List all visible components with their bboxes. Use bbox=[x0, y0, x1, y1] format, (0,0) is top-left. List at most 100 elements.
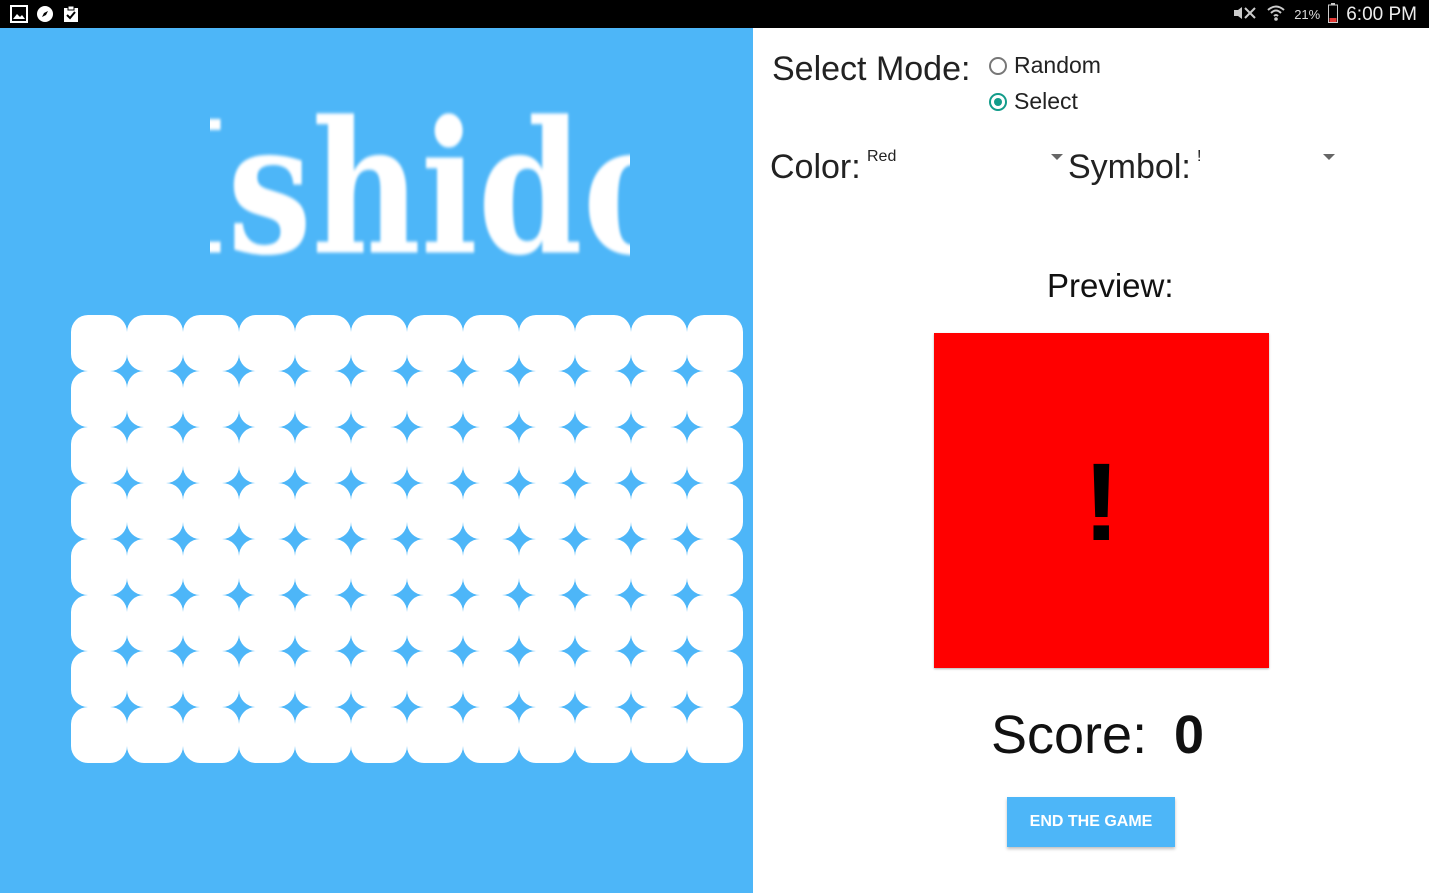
board-cell[interactable] bbox=[183, 539, 239, 595]
board-cell[interactable] bbox=[407, 707, 463, 763]
board-cell[interactable] bbox=[71, 483, 127, 539]
board-cell[interactable] bbox=[351, 595, 407, 651]
board-cell[interactable] bbox=[71, 595, 127, 651]
board-cell[interactable] bbox=[575, 539, 631, 595]
board-cell[interactable] bbox=[127, 483, 183, 539]
board-cell[interactable] bbox=[127, 315, 183, 371]
mode-option-random[interactable]: Random bbox=[989, 52, 1101, 79]
board-cell[interactable] bbox=[575, 707, 631, 763]
board-cell[interactable] bbox=[351, 539, 407, 595]
board-cell[interactable] bbox=[631, 595, 687, 651]
board-cell[interactable] bbox=[631, 315, 687, 371]
board-cell[interactable] bbox=[519, 427, 575, 483]
board-cell[interactable] bbox=[631, 539, 687, 595]
board-cell[interactable] bbox=[183, 483, 239, 539]
board-cell[interactable] bbox=[407, 315, 463, 371]
board-cell[interactable] bbox=[351, 371, 407, 427]
board-cell[interactable] bbox=[295, 371, 351, 427]
board-cell[interactable] bbox=[575, 595, 631, 651]
board-cell[interactable] bbox=[407, 427, 463, 483]
board-cell[interactable] bbox=[575, 651, 631, 707]
board-cell[interactable] bbox=[127, 651, 183, 707]
board-cell[interactable] bbox=[631, 483, 687, 539]
board-cell[interactable] bbox=[71, 371, 127, 427]
board-cell[interactable] bbox=[239, 539, 295, 595]
game-board[interactable] bbox=[71, 315, 743, 763]
board-cell[interactable] bbox=[71, 651, 127, 707]
board-cell[interactable] bbox=[575, 427, 631, 483]
board-cell[interactable] bbox=[463, 707, 519, 763]
board-cell[interactable] bbox=[631, 371, 687, 427]
board-cell[interactable] bbox=[687, 707, 743, 763]
board-cell[interactable] bbox=[687, 371, 743, 427]
board-cell[interactable] bbox=[183, 427, 239, 483]
board-cell[interactable] bbox=[71, 427, 127, 483]
board-cell[interactable] bbox=[127, 427, 183, 483]
board-cell[interactable] bbox=[519, 315, 575, 371]
board-cell[interactable] bbox=[631, 707, 687, 763]
board-cell[interactable] bbox=[687, 539, 743, 595]
board-cell[interactable] bbox=[575, 371, 631, 427]
board-cell[interactable] bbox=[351, 651, 407, 707]
color-dropdown[interactable]: Red bbox=[867, 148, 896, 166]
board-cell[interactable] bbox=[687, 315, 743, 371]
board-cell[interactable] bbox=[351, 483, 407, 539]
board-cell[interactable] bbox=[239, 315, 295, 371]
symbol-dropdown-arrow-icon[interactable] bbox=[1323, 154, 1335, 160]
board-cell[interactable] bbox=[463, 315, 519, 371]
board-cell[interactable] bbox=[519, 651, 575, 707]
radio-random[interactable] bbox=[989, 56, 1007, 75]
board-cell[interactable] bbox=[351, 315, 407, 371]
end-game-button[interactable]: END THE GAME bbox=[1007, 797, 1175, 847]
board-cell[interactable] bbox=[463, 595, 519, 651]
board-cell[interactable] bbox=[463, 483, 519, 539]
board-cell[interactable] bbox=[407, 595, 463, 651]
board-cell[interactable] bbox=[127, 371, 183, 427]
board-cell[interactable] bbox=[463, 539, 519, 595]
board-cell[interactable] bbox=[295, 315, 351, 371]
board-cell[interactable] bbox=[575, 483, 631, 539]
board-cell[interactable] bbox=[519, 707, 575, 763]
board-cell[interactable] bbox=[183, 371, 239, 427]
board-cell[interactable] bbox=[407, 483, 463, 539]
board-cell[interactable] bbox=[463, 651, 519, 707]
board-cell[interactable] bbox=[183, 595, 239, 651]
board-cell[interactable] bbox=[295, 483, 351, 539]
board-cell[interactable] bbox=[575, 315, 631, 371]
board-cell[interactable] bbox=[631, 427, 687, 483]
board-cell[interactable] bbox=[295, 427, 351, 483]
mode-option-select[interactable]: Select bbox=[989, 88, 1078, 115]
board-cell[interactable] bbox=[407, 371, 463, 427]
board-cell[interactable] bbox=[407, 651, 463, 707]
board-cell[interactable] bbox=[519, 483, 575, 539]
board-cell[interactable] bbox=[351, 707, 407, 763]
board-cell[interactable] bbox=[71, 539, 127, 595]
board-cell[interactable] bbox=[519, 371, 575, 427]
board-cell[interactable] bbox=[295, 707, 351, 763]
board-cell[interactable] bbox=[71, 315, 127, 371]
board-cell[interactable] bbox=[687, 595, 743, 651]
board-cell[interactable] bbox=[183, 707, 239, 763]
board-cell[interactable] bbox=[687, 427, 743, 483]
color-dropdown-arrow-icon[interactable] bbox=[1051, 154, 1063, 160]
board-cell[interactable] bbox=[239, 707, 295, 763]
board-cell[interactable] bbox=[239, 595, 295, 651]
radio-select[interactable] bbox=[989, 92, 1007, 111]
board-cell[interactable] bbox=[239, 427, 295, 483]
board-cell[interactable] bbox=[295, 539, 351, 595]
board-cell[interactable] bbox=[295, 595, 351, 651]
board-cell[interactable] bbox=[519, 539, 575, 595]
board-cell[interactable] bbox=[239, 483, 295, 539]
board-cell[interactable] bbox=[351, 427, 407, 483]
board-cell[interactable] bbox=[407, 539, 463, 595]
board-cell[interactable] bbox=[183, 651, 239, 707]
board-cell[interactable] bbox=[687, 483, 743, 539]
board-cell[interactable] bbox=[183, 315, 239, 371]
board-cell[interactable] bbox=[239, 371, 295, 427]
symbol-dropdown[interactable]: ! bbox=[1197, 148, 1201, 166]
board-cell[interactable] bbox=[631, 651, 687, 707]
board-cell[interactable] bbox=[127, 707, 183, 763]
board-cell[interactable] bbox=[127, 595, 183, 651]
board-cell[interactable] bbox=[463, 427, 519, 483]
board-cell[interactable] bbox=[71, 707, 127, 763]
